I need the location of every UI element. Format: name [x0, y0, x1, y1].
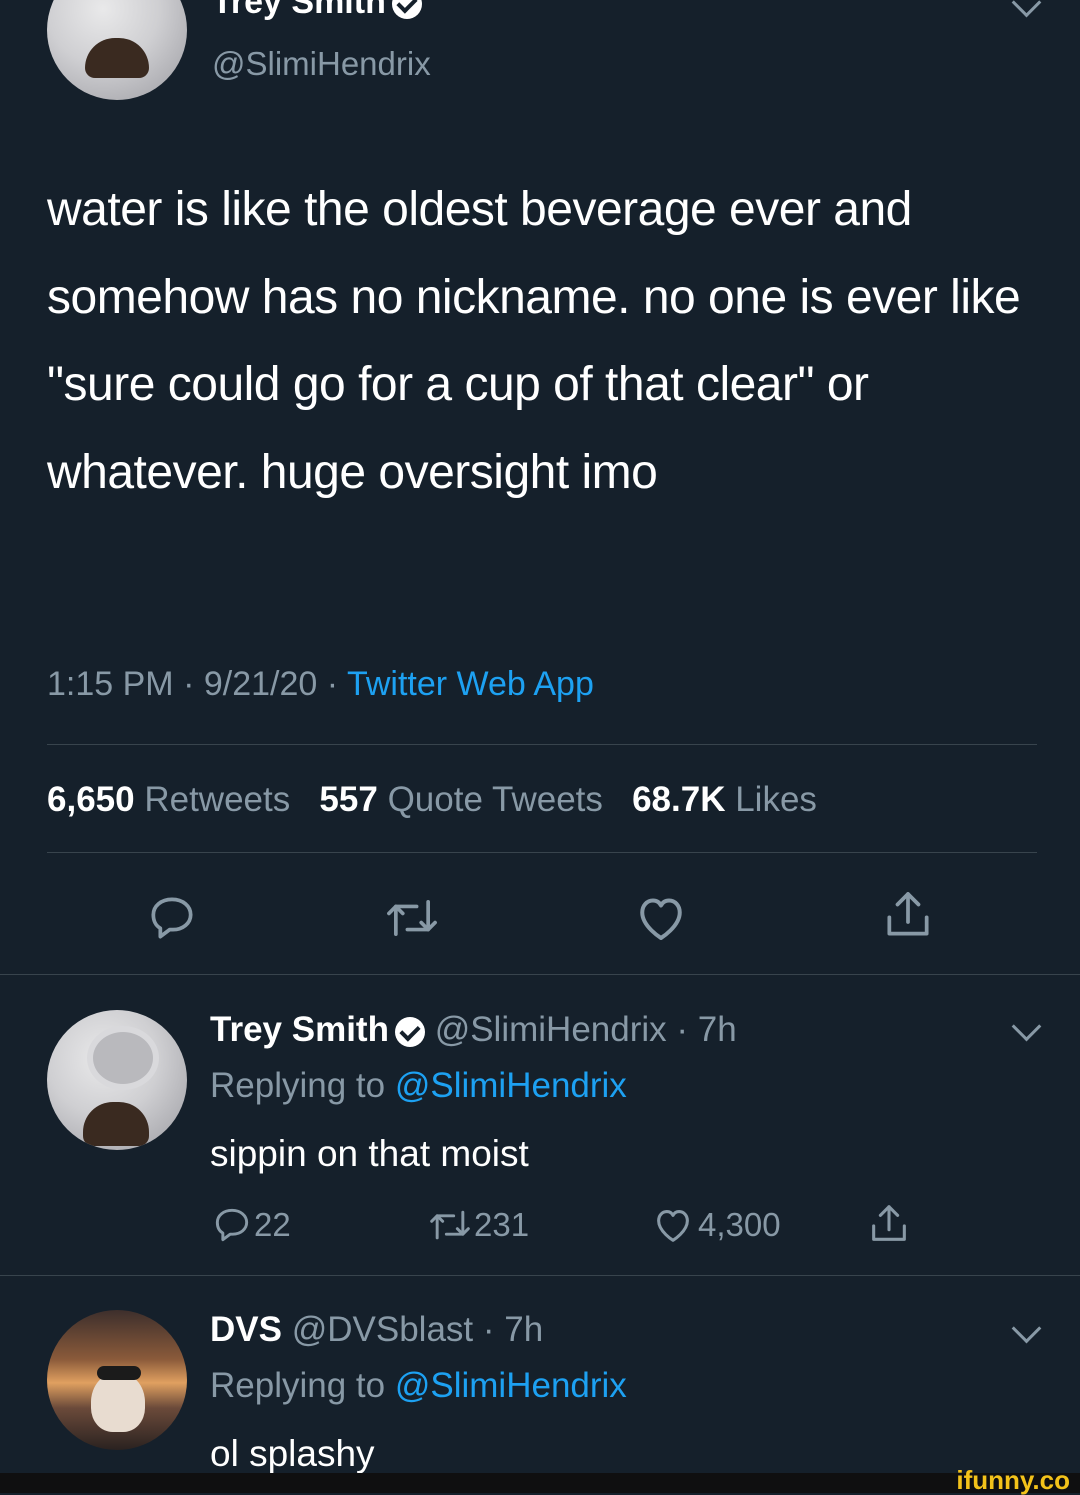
- reply-time: · 7h: [482, 1310, 544, 1349]
- tweet-meta: 1:15 PM · 9/21/20 · Twitter Web App: [47, 664, 594, 704]
- divider: [47, 744, 1037, 745]
- reply-display-name[interactable]: Trey Smith: [210, 1010, 389, 1049]
- replying-to-prefix: Replying to: [210, 1366, 386, 1405]
- divider: [0, 974, 1080, 975]
- likes-stat[interactable]: 68.7K Likes: [632, 780, 817, 819]
- like-count: 4,300: [698, 1206, 781, 1243]
- retweets-count: 6,650: [47, 780, 135, 819]
- retweets-label: Retweets: [144, 780, 291, 819]
- tweet-stats: 6,650 Retweets 557 Quote Tweets 68.7K Li…: [47, 780, 817, 820]
- likes-count: 68.7K: [632, 780, 726, 819]
- tweet-time: 1:15 PM: [47, 665, 174, 703]
- tweet-date: 9/21/20: [203, 665, 318, 703]
- reply-avatar[interactable]: [47, 1310, 187, 1450]
- reply-action-retweet[interactable]: 231: [426, 1203, 529, 1247]
- meta-separator: ·: [326, 665, 339, 703]
- like-icon: [648, 1202, 698, 1248]
- divider: [47, 852, 1037, 853]
- retweet-icon: [426, 1203, 474, 1247]
- likes-label: Likes: [735, 780, 817, 819]
- chevron-down-icon[interactable]: [1011, 0, 1042, 18]
- replying-to-line: Replying to @SlimiHendrix: [210, 1066, 627, 1106]
- reply-time: · 7h: [676, 1010, 737, 1049]
- share-icon[interactable]: [880, 886, 936, 944]
- replying-to-prefix: Replying to: [210, 1066, 386, 1105]
- reply-display-name[interactable]: DVS: [210, 1310, 282, 1349]
- watermark-bar: ifunny.co: [0, 1467, 1080, 1493]
- reply-text: ol splashy: [210, 1433, 375, 1474]
- author-handle[interactable]: @SlimiHendrix: [212, 44, 431, 84]
- divider: [0, 1275, 1080, 1276]
- retweets-stat[interactable]: 6,650 Retweets: [47, 780, 290, 819]
- quotes-stat[interactable]: 557 Quote Tweets: [319, 780, 602, 819]
- reply-handle[interactable]: @DVSblast: [292, 1310, 473, 1349]
- share-icon[interactable]: [866, 1200, 912, 1248]
- reply-text: sippin on that moist: [210, 1133, 529, 1174]
- replying-to-handle[interactable]: @SlimiHendrix: [395, 1066, 627, 1105]
- quotes-label: Quote Tweets: [387, 780, 603, 819]
- reply-handle[interactable]: @SlimiHendrix: [435, 1010, 667, 1049]
- reply-action-reply[interactable]: 22: [210, 1203, 291, 1247]
- reply-action-like[interactable]: 4,300: [648, 1202, 781, 1248]
- reply-avatar[interactable]: [47, 1010, 187, 1150]
- verified-badge-icon: [391, 0, 422, 20]
- chevron-down-icon[interactable]: [1011, 1313, 1042, 1344]
- reply-icon[interactable]: [144, 890, 200, 946]
- chevron-down-icon[interactable]: [1011, 1011, 1042, 1042]
- author-display-name[interactable]: Trey Smith: [212, 0, 386, 21]
- retweet-icon[interactable]: [382, 890, 442, 946]
- quotes-count: 557: [319, 780, 378, 819]
- tweet-text: water is like the oldest beverage ever a…: [47, 183, 1021, 499]
- tweet-source-link[interactable]: Twitter Web App: [347, 665, 594, 703]
- watermark: ifunny.co: [956, 1465, 1070, 1495]
- like-icon[interactable]: [630, 888, 692, 948]
- verified-badge-icon: [394, 1016, 425, 1047]
- meta-separator: ·: [183, 665, 195, 703]
- reply-header: DVS @DVSblast · 7h: [210, 1310, 543, 1350]
- replying-to-handle[interactable]: @SlimiHendrix: [395, 1366, 627, 1405]
- reply-icon: [210, 1203, 254, 1247]
- author-name-row[interactable]: Trey Smith: [212, 0, 422, 22]
- retweet-count: 231: [474, 1206, 530, 1243]
- reply-count: 22: [254, 1206, 291, 1243]
- reply-header: Trey Smith @SlimiHendrix · 7h: [210, 1010, 737, 1050]
- author-avatar[interactable]: [47, 0, 187, 100]
- replying-to-line: Replying to @SlimiHendrix: [210, 1366, 627, 1406]
